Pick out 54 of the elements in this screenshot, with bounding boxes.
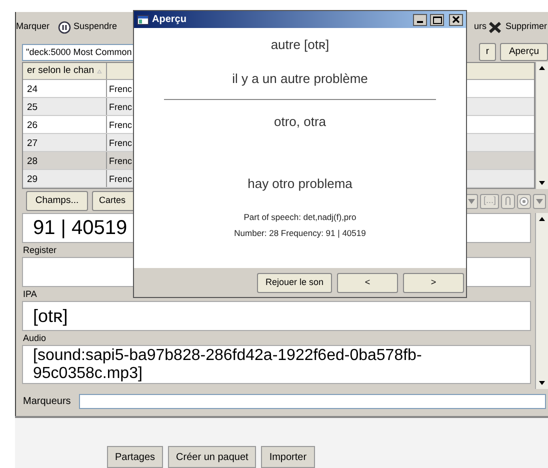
table-cell-text: Frenc — [108, 155, 134, 168]
table-cell: 24 — [23, 80, 107, 97]
column-header[interactable]: er selon le chan — [23, 63, 107, 79]
dialog-button[interactable]: > — [403, 272, 464, 292]
toolbar-button[interactable]: Supprimer — [487, 20, 548, 34]
table-cell: 29 — [23, 170, 107, 187]
table-cell-text: Frenc — [108, 173, 134, 186]
card-text: il y a un autre problème — [231, 71, 369, 87]
delete-icon — [488, 20, 502, 34]
table-cell-text: Frenc — [108, 119, 134, 132]
footer-button[interactable]: Importer — [261, 446, 315, 468]
close-button[interactable] — [449, 14, 463, 26]
toolbar-button[interactable]: urs — [472, 20, 488, 34]
maximize-button[interactable] — [430, 14, 444, 26]
pause-icon — [58, 20, 71, 34]
toolbar-button[interactable]: r — [478, 43, 496, 61]
toolbar-button[interactable]: Marquer — [16, 20, 54, 34]
caret-icon — [536, 198, 543, 204]
footer-button[interactable]: Créer un paquet — [168, 446, 256, 468]
card-text: Number: 28 Frequency: 91 | 40519 — [233, 227, 367, 240]
card-text: autre [otʀ] — [270, 37, 330, 53]
caret-icon — [468, 198, 476, 204]
table-cell: 25 — [23, 98, 107, 115]
table-cell-text: Frenc — [108, 137, 134, 150]
field-label: Marqueurs — [23, 394, 71, 408]
table-cell-text: Frenc — [108, 83, 134, 96]
table-cell: 27 — [23, 134, 107, 151]
scrollbar[interactable] — [535, 62, 548, 189]
window-icon — [137, 14, 149, 24]
editor-button[interactable]: Champs... — [26, 191, 88, 211]
card-text: Part of speech: det,nadj(f),pro — [242, 211, 358, 224]
tags-field[interactable] — [78, 394, 546, 408]
minimize-button[interactable] — [413, 14, 427, 26]
scrollbar[interactable] — [535, 213, 548, 389]
dialog-button[interactable]: Rejouer le son — [257, 272, 332, 292]
record-icon[interactable] — [517, 194, 531, 208]
field-label: Register — [22, 244, 58, 257]
search-field[interactable]: "deck:5000 Most Common — [22, 44, 134, 60]
window-title: Aperçu — [152, 13, 188, 27]
input-field[interactable]: [sound:sapi5-ba97b828-286fd42a-1922f6ed-0ba578fb-95c0358c.mp3] — [22, 345, 531, 384]
toolbar-button[interactable]: Aperçu — [500, 43, 548, 61]
input-field[interactable]: [otʀ] — [22, 301, 531, 331]
toolbar-button[interactable]: Suspendre — [54, 20, 122, 34]
close-icon — [452, 16, 460, 23]
table-cell-text: Frenc — [108, 101, 134, 114]
card-text: otro, otra — [272, 114, 328, 130]
field-label: IPA — [22, 288, 38, 301]
table-cell: 28 — [23, 152, 107, 169]
dialog-button[interactable]: < — [337, 272, 398, 292]
field-label: Audio — [22, 332, 48, 345]
card-text: hay otro problema — [246, 176, 354, 192]
table-cell: 26 — [23, 116, 107, 133]
footer-button[interactable]: Partages — [107, 446, 164, 468]
maximize-icon — [432, 16, 442, 24]
